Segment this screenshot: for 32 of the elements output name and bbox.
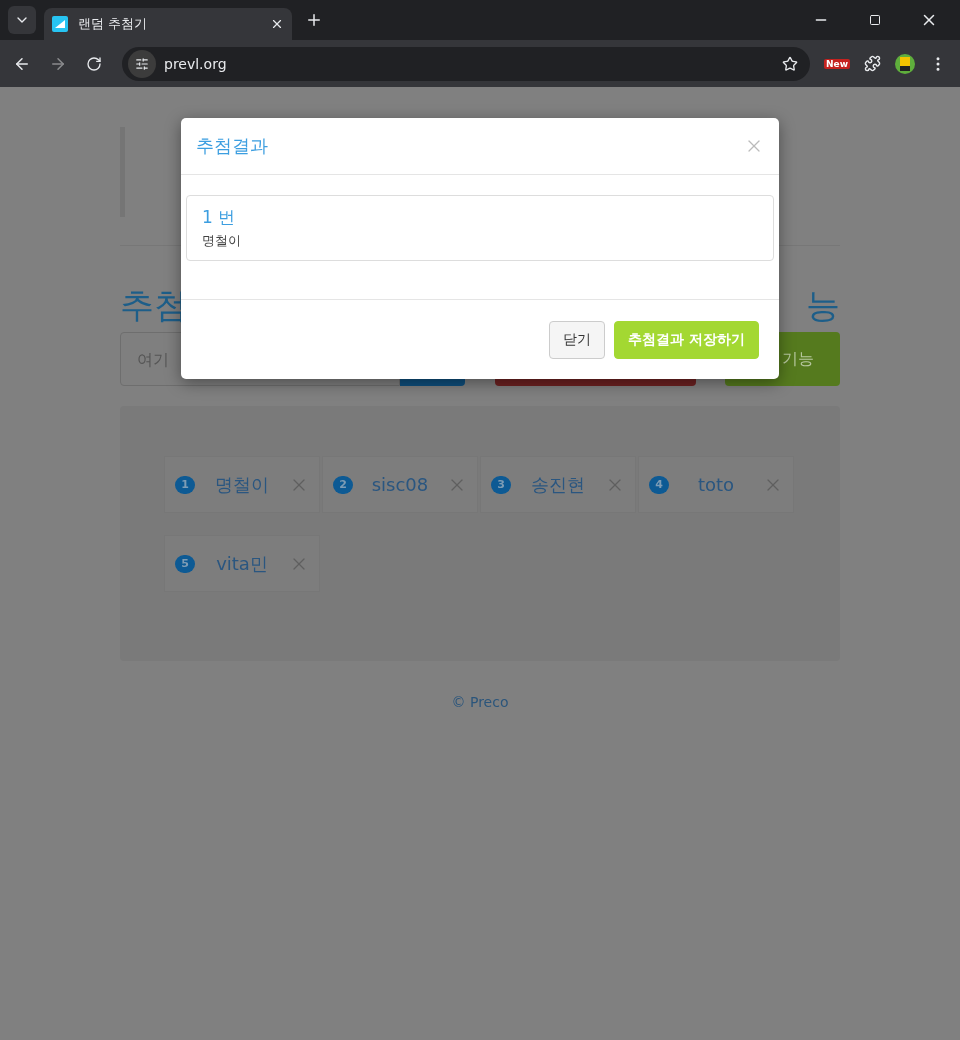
extensions-icon[interactable] xyxy=(863,55,881,72)
sliders-icon xyxy=(135,56,149,71)
page-heading: 능 xyxy=(806,284,840,327)
tab-title: 랜덤 추첨기 xyxy=(78,15,149,33)
entry-name: toto xyxy=(696,474,736,495)
address-bar[interactable]: prevl.org xyxy=(122,46,811,81)
extension-badge[interactable]: New xyxy=(824,58,850,69)
entry-name: vita민 xyxy=(215,551,269,576)
number-badge: 4 xyxy=(649,475,669,494)
number-badge: 2 xyxy=(333,475,353,494)
number-badge: 1 xyxy=(175,475,195,494)
star-icon[interactable] xyxy=(782,55,799,72)
new-tab-icon[interactable] xyxy=(305,11,323,29)
entry-name: sisc08 xyxy=(370,474,430,495)
entry-name: 명철이 xyxy=(214,472,270,497)
footer-text: © Preco xyxy=(451,694,509,710)
close-icon[interactable] xyxy=(270,17,284,31)
maximize-icon[interactable] xyxy=(869,14,881,26)
url-text: prevl.org xyxy=(164,55,228,72)
entry-name: 송진현 xyxy=(530,472,586,497)
reload-icon[interactable] xyxy=(86,55,102,72)
result-name: 명철이 xyxy=(202,232,242,250)
profile-avatar[interactable] xyxy=(894,52,916,75)
browser-tab[interactable]: 랜덤 추첨기 xyxy=(44,8,292,40)
close-button[interactable]: 닫기 xyxy=(549,320,606,359)
favicon-icon xyxy=(52,16,68,32)
result-rank: 1 번 xyxy=(202,206,237,229)
number-badge: 3 xyxy=(491,475,511,494)
tab-search-button[interactable] xyxy=(8,6,36,34)
site-settings-icon[interactable] xyxy=(128,49,156,78)
number-badge: 5 xyxy=(175,554,195,573)
dialog-title: 추첨결과 xyxy=(196,134,268,158)
